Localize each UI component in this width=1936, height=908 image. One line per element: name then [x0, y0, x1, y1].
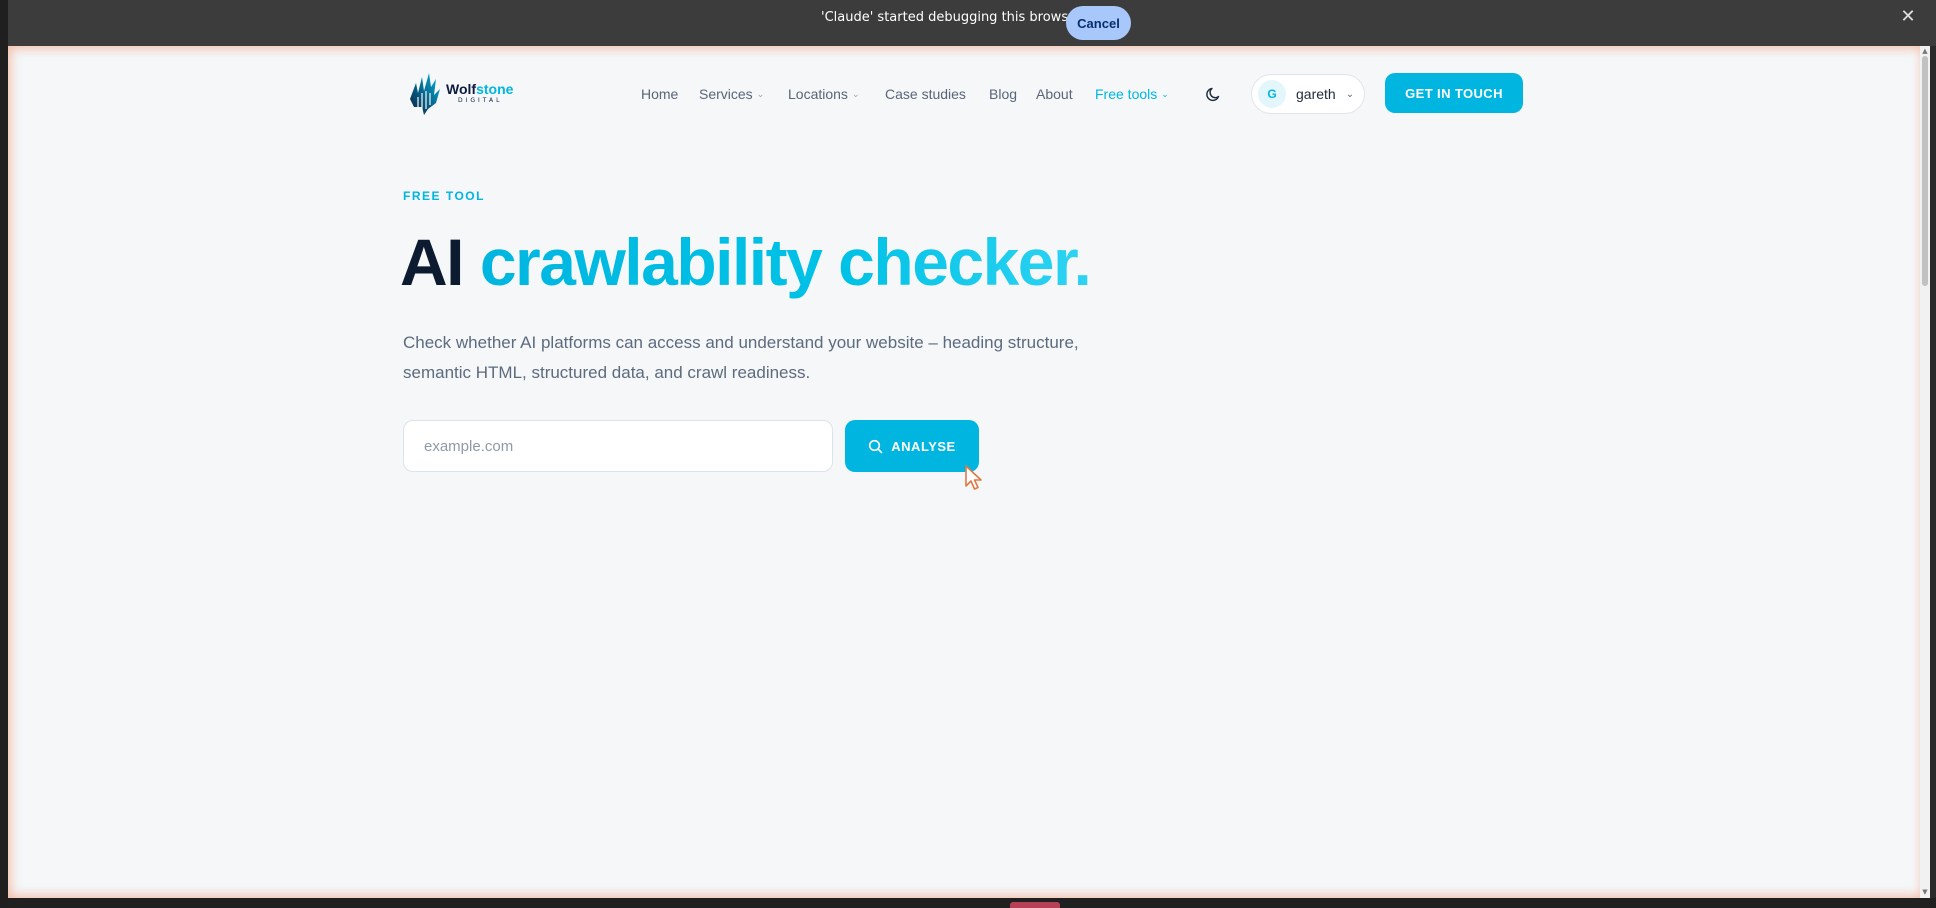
nav-item-free-tools[interactable]: Free tools ⌄ [1095, 86, 1169, 102]
analyse-button-label: ANALYSE [891, 438, 956, 454]
chevron-down-icon: ⌄ [1345, 88, 1355, 100]
window-left-edge [0, 0, 8, 908]
main-nav: Home Services ⌄ Locations ⌄ Case studies B… [8, 84, 1924, 104]
nav-label: Blog [989, 86, 1018, 102]
debug-message: 'Claude' started debugging this browser [821, 10, 1082, 25]
cancel-debug-button[interactable]: Cancel [1066, 6, 1131, 40]
title-part-accent: crawlability checker. [479, 225, 1092, 299]
nav-item-about[interactable]: About [1036, 86, 1073, 102]
scroll-down-icon[interactable]: ▼ [1921, 888, 1929, 896]
page-title: AI crawlability checker. [400, 222, 1092, 302]
nav-item-blog[interactable]: Blog [989, 86, 1017, 102]
chevron-down-icon: ⌄ [1161, 88, 1169, 99]
analyse-button[interactable]: ANALYSE [845, 420, 979, 472]
moon-icon[interactable] [1204, 84, 1224, 104]
scrollbar-thumb[interactable] [1922, 56, 1928, 286]
taskbar-edge [8, 898, 1936, 908]
nav-label: Case studies [885, 86, 966, 102]
nav-label: About [1036, 86, 1073, 102]
title-part-dark: AI [400, 225, 465, 299]
page-scrollbar[interactable]: ▲ ▼ [1920, 46, 1930, 898]
nav-item-home[interactable]: Home [641, 86, 678, 102]
get-in-touch-button[interactable]: GET IN TOUCH [1385, 73, 1523, 113]
page-description: Check whether AI platforms can access an… [403, 333, 1079, 382]
user-name: gareth [1296, 86, 1336, 102]
nav-label: Locations [788, 86, 848, 102]
nav-label: Services [699, 86, 753, 102]
close-icon[interactable]: ✕ [1896, 4, 1920, 28]
nav-label: Home [641, 86, 679, 102]
chevron-down-icon: ⌄ [756, 88, 765, 99]
debug-banner: 'Claude' started debugging this browser … [8, 0, 1936, 46]
avatar: G [1258, 80, 1286, 108]
nav-item-case-studies[interactable]: Case studies [885, 86, 966, 102]
scroll-up-icon[interactable]: ▲ [1921, 47, 1929, 55]
nav-label: Free tools [1095, 86, 1158, 102]
nav-item-locations[interactable]: Locations ⌄ [788, 86, 859, 102]
chevron-down-icon: ⌄ [851, 88, 860, 99]
url-input[interactable] [403, 420, 833, 472]
eyebrow-label: FREE TOOL [403, 189, 485, 203]
user-menu[interactable]: G gareth ⌄ [1251, 74, 1365, 114]
taskbar-indicator [1010, 902, 1060, 908]
nav-item-services[interactable]: Services ⌄ [699, 86, 764, 102]
mouse-cursor-icon [965, 465, 982, 490]
search-icon [869, 439, 883, 453]
web-page: Wolfstone DIGITAL Home Services ⌄ Locatio… [8, 46, 1924, 898]
